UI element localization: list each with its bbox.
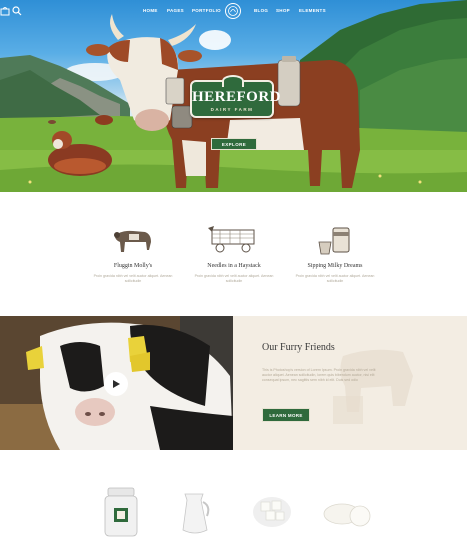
cheese-cubes-icon xyxy=(253,497,291,527)
nav-item-home[interactable]: HOME xyxy=(143,8,158,13)
feature-item: Sipping Milky Dreams Proin gravida nibh … xyxy=(290,224,380,284)
main-nav: HOME PAGES PORTFOLIO BLOG SHOP ELEMENTS xyxy=(0,0,467,22)
feature-desc: Proin gravida nibh vel velit auctor aliq… xyxy=(93,274,173,283)
feature-title: Needles in a Haystack xyxy=(207,263,261,269)
feature-desc: Proin gravida nibh vel velit auctor aliq… xyxy=(295,274,375,283)
about-section: Our Furry Friends This is Photoshop's ve… xyxy=(0,316,467,450)
brand-logo: HEREFORD DAIRY FARM xyxy=(190,75,282,118)
milk-can-icon xyxy=(104,487,138,537)
brand-logo-crest xyxy=(222,75,244,87)
products-section xyxy=(0,472,467,539)
nav-item-shop[interactable]: SHOP xyxy=(276,8,290,13)
site-logo-icon[interactable] xyxy=(225,3,241,19)
feature-title: Fluggin Molly's xyxy=(113,263,153,269)
feature-desc: Proin gravida nibh vel velit auctor aliq… xyxy=(194,274,274,283)
milk-jug-icon xyxy=(182,493,210,534)
about-text: This is Photoshop's version of Lorem Ips… xyxy=(262,368,376,383)
brand-name: HEREFORD xyxy=(192,89,282,105)
goat-cheese-icon xyxy=(323,503,371,527)
features-section: Fluggin Molly's Proin gravida nibh vel v… xyxy=(0,210,467,305)
video-thumbnail[interactable] xyxy=(0,316,233,450)
nav-item-pages[interactable]: PAGES xyxy=(167,8,184,13)
play-icon xyxy=(113,380,120,388)
feature-item: Needles in a Haystack Proin gravida nibh… xyxy=(189,224,279,284)
explore-button[interactable]: EXPLORE xyxy=(211,138,257,150)
about-panel: Our Furry Friends This is Photoshop's ve… xyxy=(233,316,467,450)
hay-wagon-icon xyxy=(208,226,255,253)
learn-more-button[interactable]: LEARN MORE xyxy=(262,408,310,422)
hero-section: HOME PAGES PORTFOLIO BLOG SHOP ELEMENTS … xyxy=(0,0,467,192)
nav-item-blog[interactable]: BLOG xyxy=(254,8,268,13)
feature-item: Fluggin Molly's Proin gravida nibh vel v… xyxy=(88,224,178,284)
feature-title: Sipping Milky Dreams xyxy=(307,263,363,269)
play-button[interactable] xyxy=(104,372,128,396)
cart-icon[interactable] xyxy=(0,6,10,16)
milk-bucket-icon xyxy=(318,227,350,255)
search-icon[interactable] xyxy=(12,6,22,16)
cow-sketch-icon xyxy=(114,230,151,252)
brand-subtitle: DAIRY FARM xyxy=(210,107,254,112)
nav-item-elements[interactable]: ELEMENTS xyxy=(299,8,326,13)
about-title: Our Furry Friends xyxy=(262,342,335,353)
page: HOME PAGES PORTFOLIO BLOG SHOP ELEMENTS … xyxy=(0,0,467,539)
nav-item-portfolio[interactable]: PORTFOLIO xyxy=(192,8,221,13)
